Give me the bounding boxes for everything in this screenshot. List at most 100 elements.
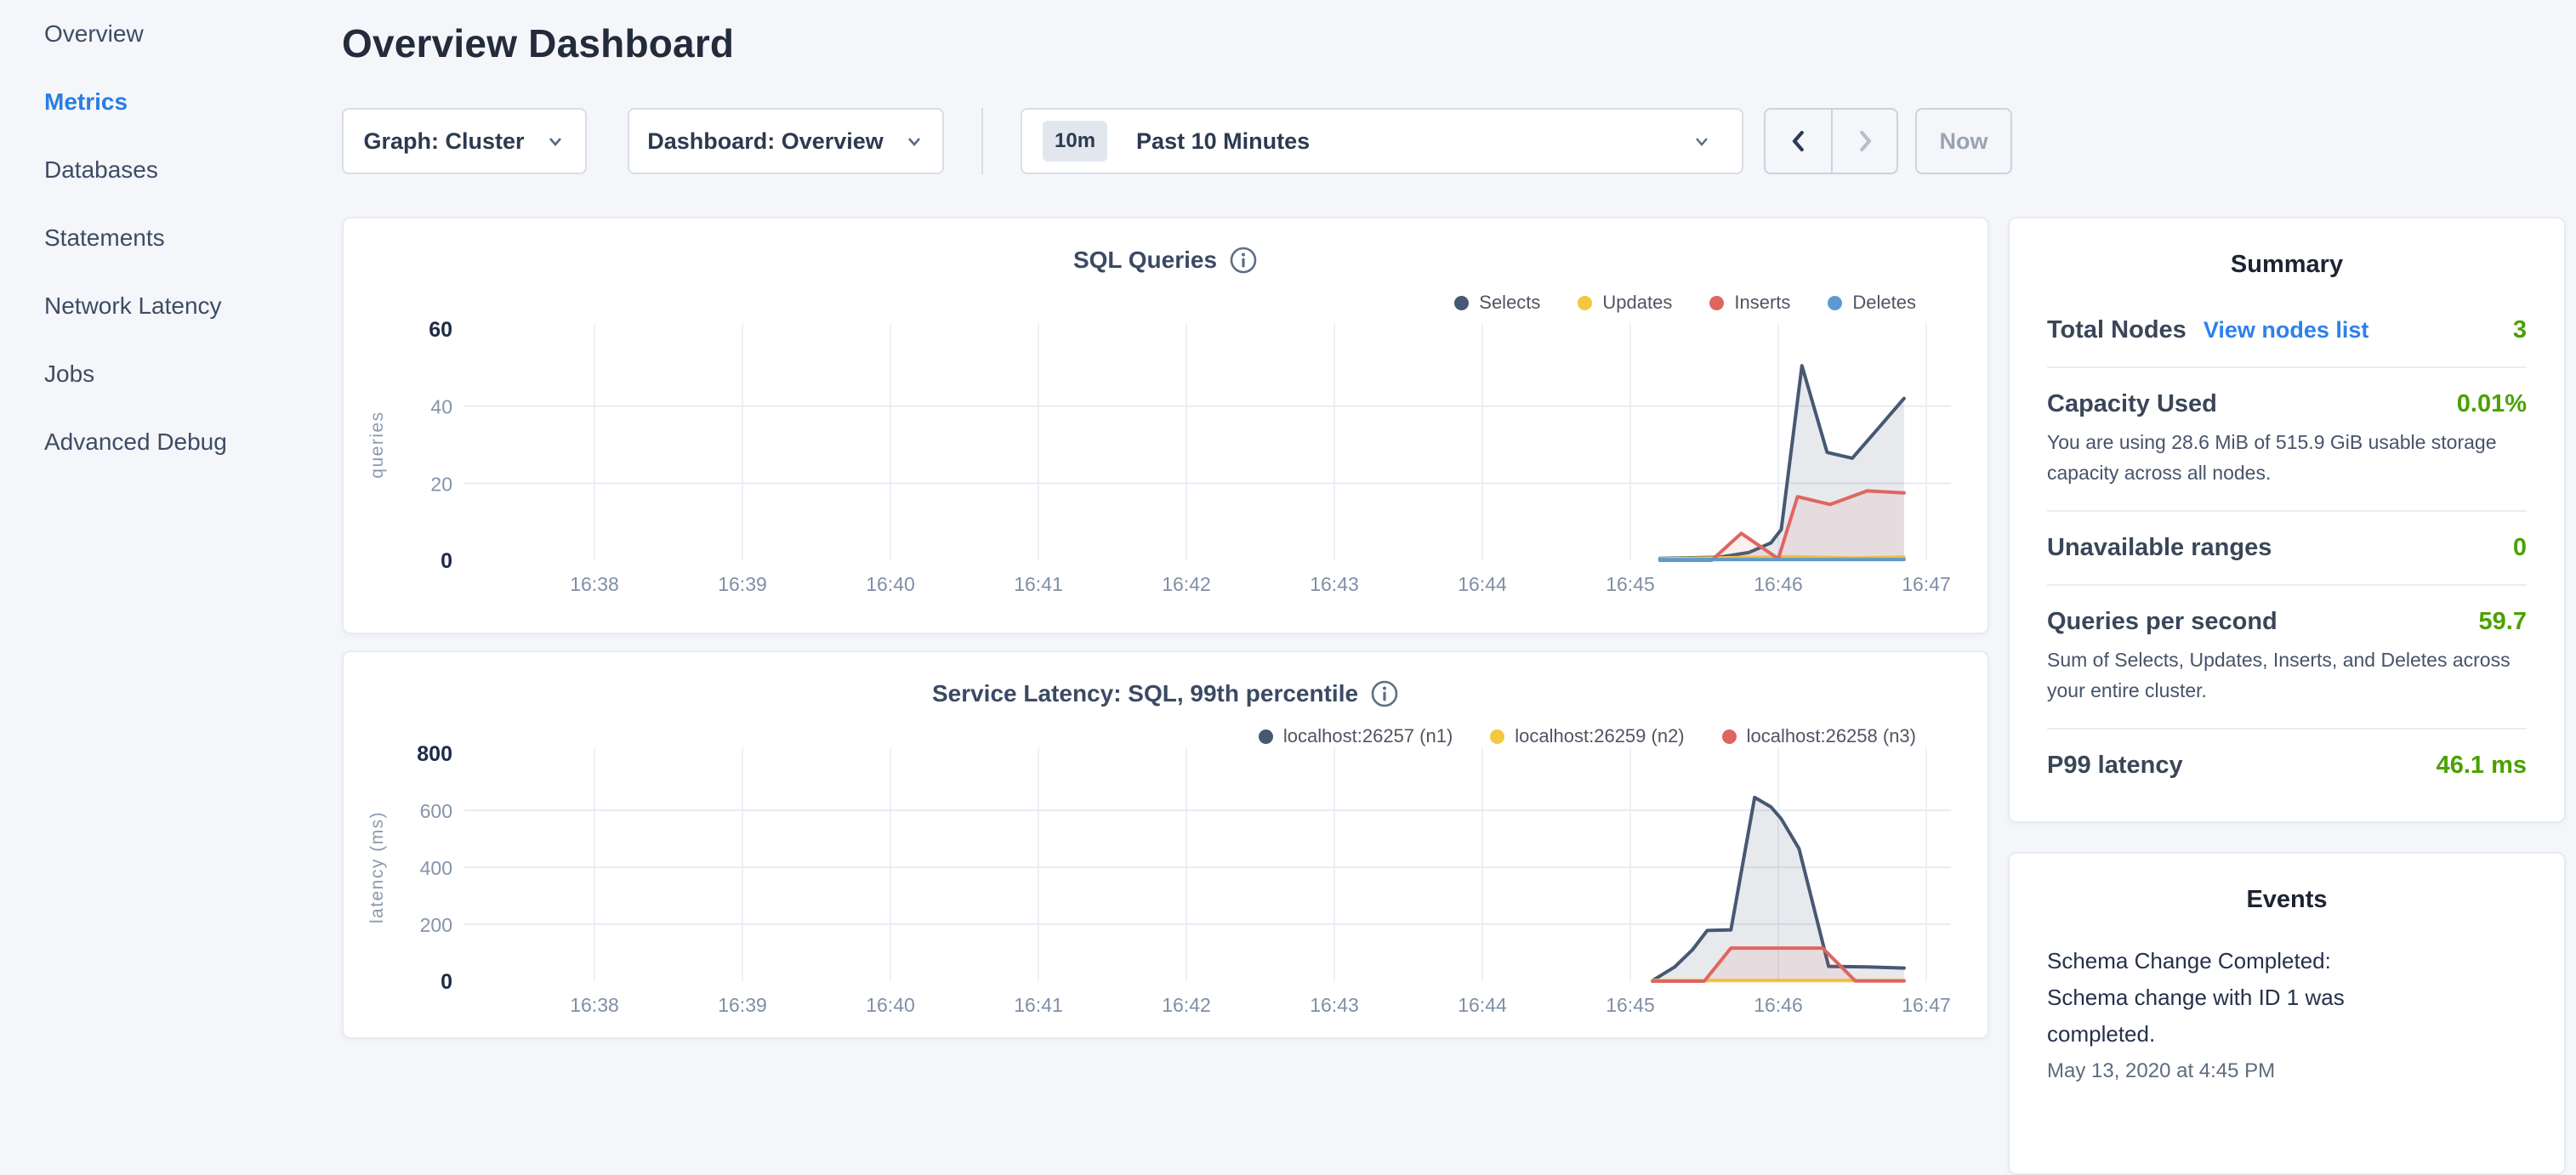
chart-title-text: Service Latency: SQL, 99th percentile — [932, 680, 1358, 707]
summary-row-capacity-used: Capacity Used 0.01% — [2047, 390, 2527, 418]
legend-item[interactable]: Updates — [1578, 292, 1672, 314]
legend-dot — [1490, 729, 1504, 744]
chart-legend: localhost:26257 (n1) localhost:26259 (n2)… — [1259, 725, 1916, 747]
graph-dropdown-label: Graph: Cluster — [363, 128, 524, 155]
info-icon[interactable] — [1229, 246, 1258, 275]
event-message[interactable]: Schema Change Completed: Schema change w… — [2047, 943, 2413, 1053]
x-tick-label: 16:44 — [1458, 573, 1507, 595]
now-button[interactable]: Now — [1915, 108, 2012, 174]
x-tick-label: 16:46 — [1754, 573, 1803, 595]
x-tick-label: 16:38 — [570, 994, 619, 1016]
x-tick-label: 16:40 — [866, 994, 915, 1016]
x-tick-label: 16:46 — [1754, 994, 1803, 1016]
legend-item[interactable]: localhost:26258 (n3) — [1722, 725, 1916, 747]
events-title: Events — [2047, 886, 2527, 914]
dashboard-dropdown[interactable]: Dashboard: Overview — [628, 108, 944, 174]
x-tick-label: 16:41 — [1014, 994, 1063, 1016]
summary-row-total-nodes: Total Nodes View nodes list 3 — [2047, 316, 2527, 344]
legend-dot — [1828, 296, 1842, 310]
divider — [2047, 510, 2527, 512]
x-tick-label: 16:42 — [1162, 994, 1211, 1016]
events-panel: Events Schema Change Completed: Schema c… — [2008, 852, 2566, 1175]
sidebar-item-jobs[interactable]: Jobs — [0, 340, 340, 408]
divider — [2047, 366, 2527, 368]
summary-row-value: 0 — [2513, 534, 2527, 562]
legend-label: localhost:26258 (n3) — [1747, 725, 1916, 747]
x-tick-label: 16:39 — [718, 994, 767, 1016]
sql-queries-plot[interactable]: 16:3816:3916:4016:4116:4216:4316:4416:45… — [344, 219, 1987, 633]
x-tick-label: 16:41 — [1014, 573, 1063, 595]
legend-label: Deletes — [1852, 292, 1916, 314]
summary-title: Summary — [2047, 251, 2527, 279]
time-range-dropdown[interactable]: 10m Past 10 Minutes — [1021, 108, 1743, 174]
y-tick-label: 800 — [417, 742, 452, 766]
sql-queries-chart-card: 16:3816:3916:4016:4116:4216:4316:4416:45… — [342, 217, 1989, 634]
time-back-button[interactable] — [1766, 110, 1831, 173]
y-tick-label: 400 — [420, 857, 452, 879]
service-latency-chart-card: 16:3816:3916:4016:4116:4216:4316:4416:45… — [342, 650, 1989, 1039]
sidebar-item-statements[interactable]: Statements — [0, 204, 340, 272]
x-tick-label: 16:45 — [1606, 994, 1655, 1016]
x-tick-label: 16:40 — [866, 573, 915, 595]
y-tick-label: 0 — [441, 970, 452, 994]
summary-row-label: P99 latency — [2047, 752, 2183, 780]
legend-item[interactable]: localhost:26259 (n2) — [1490, 725, 1684, 747]
summary-row-subtext: Sum of Selects, Updates, Inserts, and De… — [2047, 644, 2527, 706]
sidebar-item-overview[interactable]: Overview — [0, 0, 340, 68]
legend-label: Updates — [1602, 292, 1672, 314]
summary-row-queries-per-second: Queries per second 59.7 — [2047, 608, 2527, 636]
chart-title-text: SQL Queries — [1073, 247, 1217, 274]
legend-item[interactable]: Selects — [1454, 292, 1540, 314]
y-tick-label: 60 — [429, 318, 452, 342]
chevron-down-icon — [1691, 131, 1713, 151]
divider — [981, 108, 983, 174]
summary-row-value: 59.7 — [2479, 608, 2527, 636]
sidebar-item-metrics[interactable]: Metrics — [0, 68, 340, 136]
x-tick-label: 16:39 — [718, 573, 767, 595]
chevron-down-icon — [904, 131, 924, 151]
summary-row-label: Unavailable ranges — [2047, 534, 2272, 562]
x-tick-label: 16:45 — [1606, 573, 1655, 595]
divider — [2047, 728, 2527, 729]
view-nodes-list-link[interactable]: View nodes list — [2204, 317, 2369, 343]
service-latency-plot[interactable]: 16:3816:3916:4016:4116:4216:4316:4416:45… — [344, 652, 1987, 1037]
legend-label: localhost:26257 (n1) — [1283, 725, 1453, 747]
chart-legend: Selects Updates Inserts Deletes — [1454, 292, 1916, 314]
y-axis-unit-label: queries — [367, 411, 387, 478]
legend-item[interactable]: Deletes — [1828, 292, 1916, 314]
sidebar-item-advanced-debug[interactable]: Advanced Debug — [0, 408, 340, 476]
time-forward-button[interactable] — [1831, 110, 1896, 173]
legend-label: Selects — [1479, 292, 1540, 314]
summary-row-value: 46.1 ms — [2437, 752, 2527, 780]
divider — [2047, 584, 2527, 586]
info-icon[interactable] — [1370, 679, 1399, 708]
y-tick-label: 40 — [430, 396, 452, 418]
chevron-left-icon — [1786, 127, 1811, 156]
legend-dot — [1454, 296, 1469, 310]
summary-row-subtext: You are using 28.6 MiB of 515.9 GiB usab… — [2047, 427, 2527, 488]
legend-label: Inserts — [1734, 292, 1790, 314]
y-tick-label: 600 — [420, 800, 452, 822]
x-tick-label: 16:43 — [1310, 573, 1359, 595]
sidebar: Overview Metrics Databases Statements Ne… — [0, 0, 340, 1051]
summary-row-value: 0.01% — [2457, 390, 2527, 418]
time-window-arrows — [1764, 108, 1898, 174]
graph-dropdown[interactable]: Graph: Cluster — [342, 108, 587, 174]
legend-item[interactable]: Inserts — [1709, 292, 1790, 314]
summary-row-label: Total Nodes — [2047, 316, 2186, 344]
x-tick-label: 16:43 — [1310, 994, 1359, 1016]
legend-item[interactable]: localhost:26257 (n1) — [1259, 725, 1453, 747]
legend-dot — [1578, 296, 1592, 310]
chart-title: Service Latency: SQL, 99th percentile — [344, 679, 1987, 708]
y-tick-label: 200 — [420, 914, 452, 936]
legend-dot — [1259, 729, 1273, 744]
sidebar-item-databases[interactable]: Databases — [0, 136, 340, 204]
legend-dot — [1722, 729, 1737, 744]
chevron-right-icon — [1852, 127, 1878, 156]
sidebar-item-network-latency[interactable]: Network Latency — [0, 272, 340, 340]
summary-row-value: 3 — [2513, 316, 2527, 344]
chevron-down-icon — [545, 131, 566, 151]
legend-label: localhost:26259 (n2) — [1515, 725, 1684, 747]
chart-title: SQL Queries — [344, 246, 1987, 275]
summary-row-p99-latency: P99 latency 46.1 ms — [2047, 752, 2527, 780]
